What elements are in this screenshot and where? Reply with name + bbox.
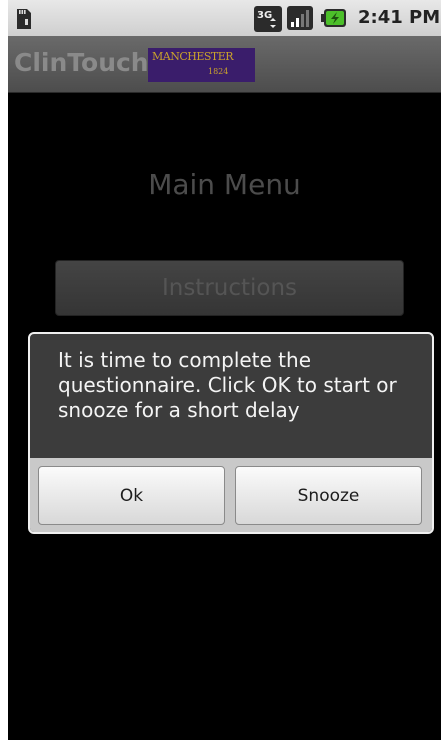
network-type-label: 3G: [257, 10, 272, 21]
3g-data-icon: 3G: [254, 6, 282, 32]
dialog-message: It is time to complete the questionnaire…: [58, 348, 397, 422]
logo-text: MANCHESTER: [152, 50, 234, 63]
battery-charging-icon: [321, 8, 347, 28]
main-menu-heading: Main Menu: [148, 168, 301, 201]
dialog-button-bar: Ok Snooze: [30, 458, 432, 532]
app-title-bar: ClinTouch MANCHESTER 1824: [8, 36, 441, 93]
phone-screen: 3G 2:41 PM ClinTouch MANCHESTER 1824 Mai…: [8, 0, 441, 740]
reminder-dialog: It is time to complete the questionnaire…: [28, 332, 434, 534]
app-title: ClinTouch: [14, 48, 149, 77]
instructions-button[interactable]: Instructions: [55, 260, 404, 316]
logo-year: 1824: [208, 67, 229, 76]
sd-card-icon: [12, 7, 36, 31]
status-clock: 2:41 PM: [358, 7, 441, 28]
signal-strength-icon: [287, 6, 313, 30]
status-bar: 3G 2:41 PM: [8, 0, 441, 36]
university-logo: MANCHESTER 1824: [148, 48, 255, 82]
ok-button[interactable]: Ok: [38, 466, 225, 525]
snooze-button[interactable]: Snooze: [235, 466, 422, 525]
